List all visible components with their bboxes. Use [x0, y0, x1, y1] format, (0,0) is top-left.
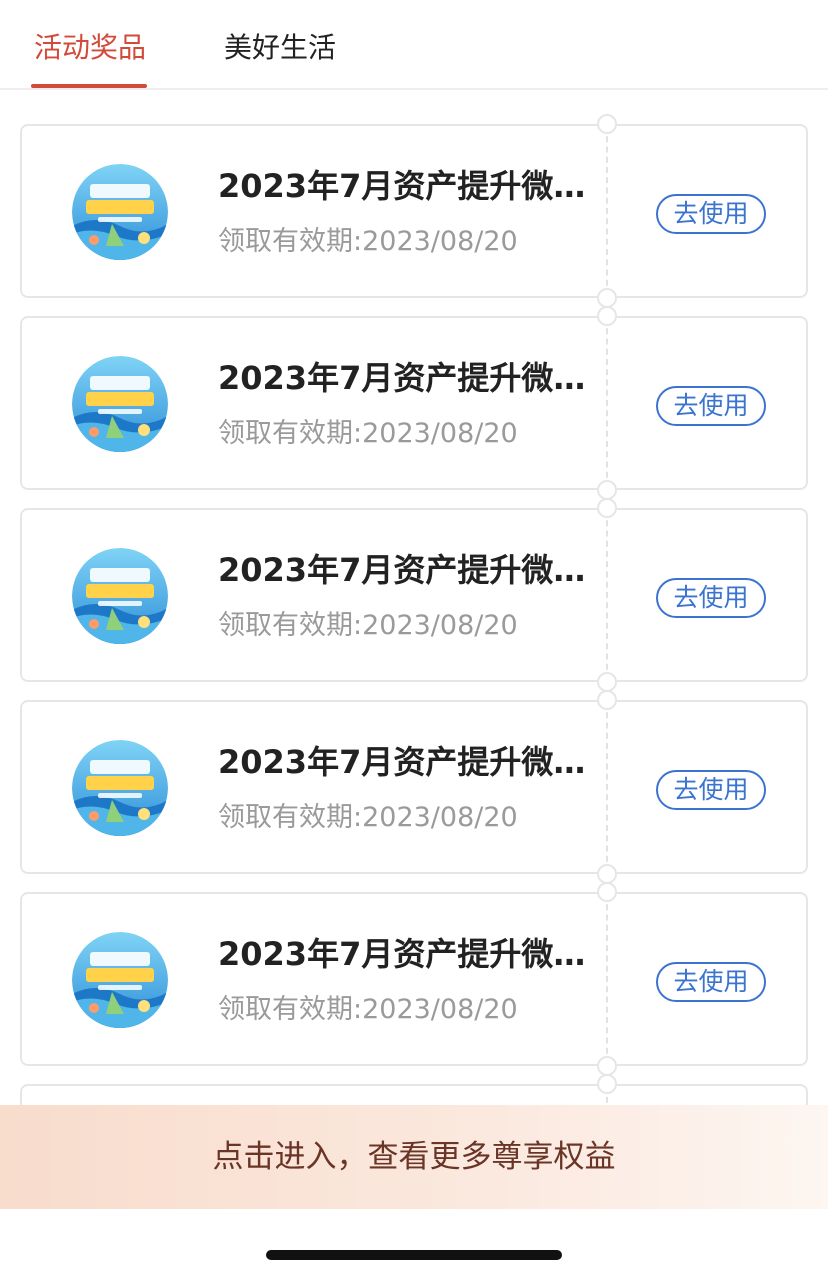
ticket-divider: [606, 894, 608, 1064]
coupon-card: 2023年7月资产提升微信... 领取有效期:2023/08/20 去使用: [20, 690, 808, 884]
coupon-card: 2023年7月资产提升微信... 领取有效期:2023/08/20 去使用: [20, 882, 808, 1076]
active-tab-indicator: [31, 84, 147, 88]
coupon-title: 2023年7月资产提升微信...: [218, 167, 610, 205]
tab-good-life[interactable]: 美好生活: [224, 28, 336, 68]
more-benefits-banner[interactable]: 点击进入，查看更多尊享权益: [0, 1105, 828, 1209]
coupon-title: 2023年7月资产提升微信...: [218, 551, 610, 589]
coupon-expiry: 领取有效期:2023/08/20: [218, 802, 518, 833]
coupon-expiry: 领取有效期:2023/08/20: [218, 226, 518, 257]
summer-promo-badge-icon: [72, 932, 168, 1028]
coupon-title: 2023年7月资产提升微信...: [218, 935, 610, 973]
coupon-expiry: 领取有效期:2023/08/20: [218, 994, 518, 1025]
ticket-divider: [606, 126, 608, 296]
use-coupon-button[interactable]: 去使用: [656, 194, 766, 234]
coupon-card: 2023年7月资产提升微信... 领取有效期:2023/08/20 去使用: [20, 306, 808, 500]
tab-bar: 活动奖品 美好生活: [0, 0, 828, 90]
coupon-card: 2023年7月资产提升微信... 领取有效期:2023/08/20 去使用: [20, 498, 808, 692]
ticket-divider: [606, 318, 608, 488]
tab-activity-prizes[interactable]: 活动奖品: [34, 28, 146, 68]
coupon-expiry: 领取有效期:2023/08/20: [218, 418, 518, 449]
home-indicator[interactable]: [266, 1250, 562, 1260]
coupon-expiry: 领取有效期:2023/08/20: [218, 610, 518, 641]
use-coupon-button[interactable]: 去使用: [656, 578, 766, 618]
summer-promo-badge-icon: [72, 356, 168, 452]
summer-promo-badge-icon: [72, 548, 168, 644]
summer-promo-badge-icon: [72, 164, 168, 260]
coupon-title: 2023年7月资产提升微信...: [218, 359, 610, 397]
use-coupon-button[interactable]: 去使用: [656, 770, 766, 810]
ticket-divider: [606, 510, 608, 680]
coupon-card: 2023年7月资产提升微信... 领取有效期:2023/08/20 去使用: [20, 114, 808, 308]
use-coupon-button[interactable]: 去使用: [656, 962, 766, 1002]
coupon-title: 2023年7月资产提升微信...: [218, 743, 610, 781]
ticket-divider: [606, 702, 608, 872]
summer-promo-badge-icon: [72, 740, 168, 836]
use-coupon-button[interactable]: 去使用: [656, 386, 766, 426]
